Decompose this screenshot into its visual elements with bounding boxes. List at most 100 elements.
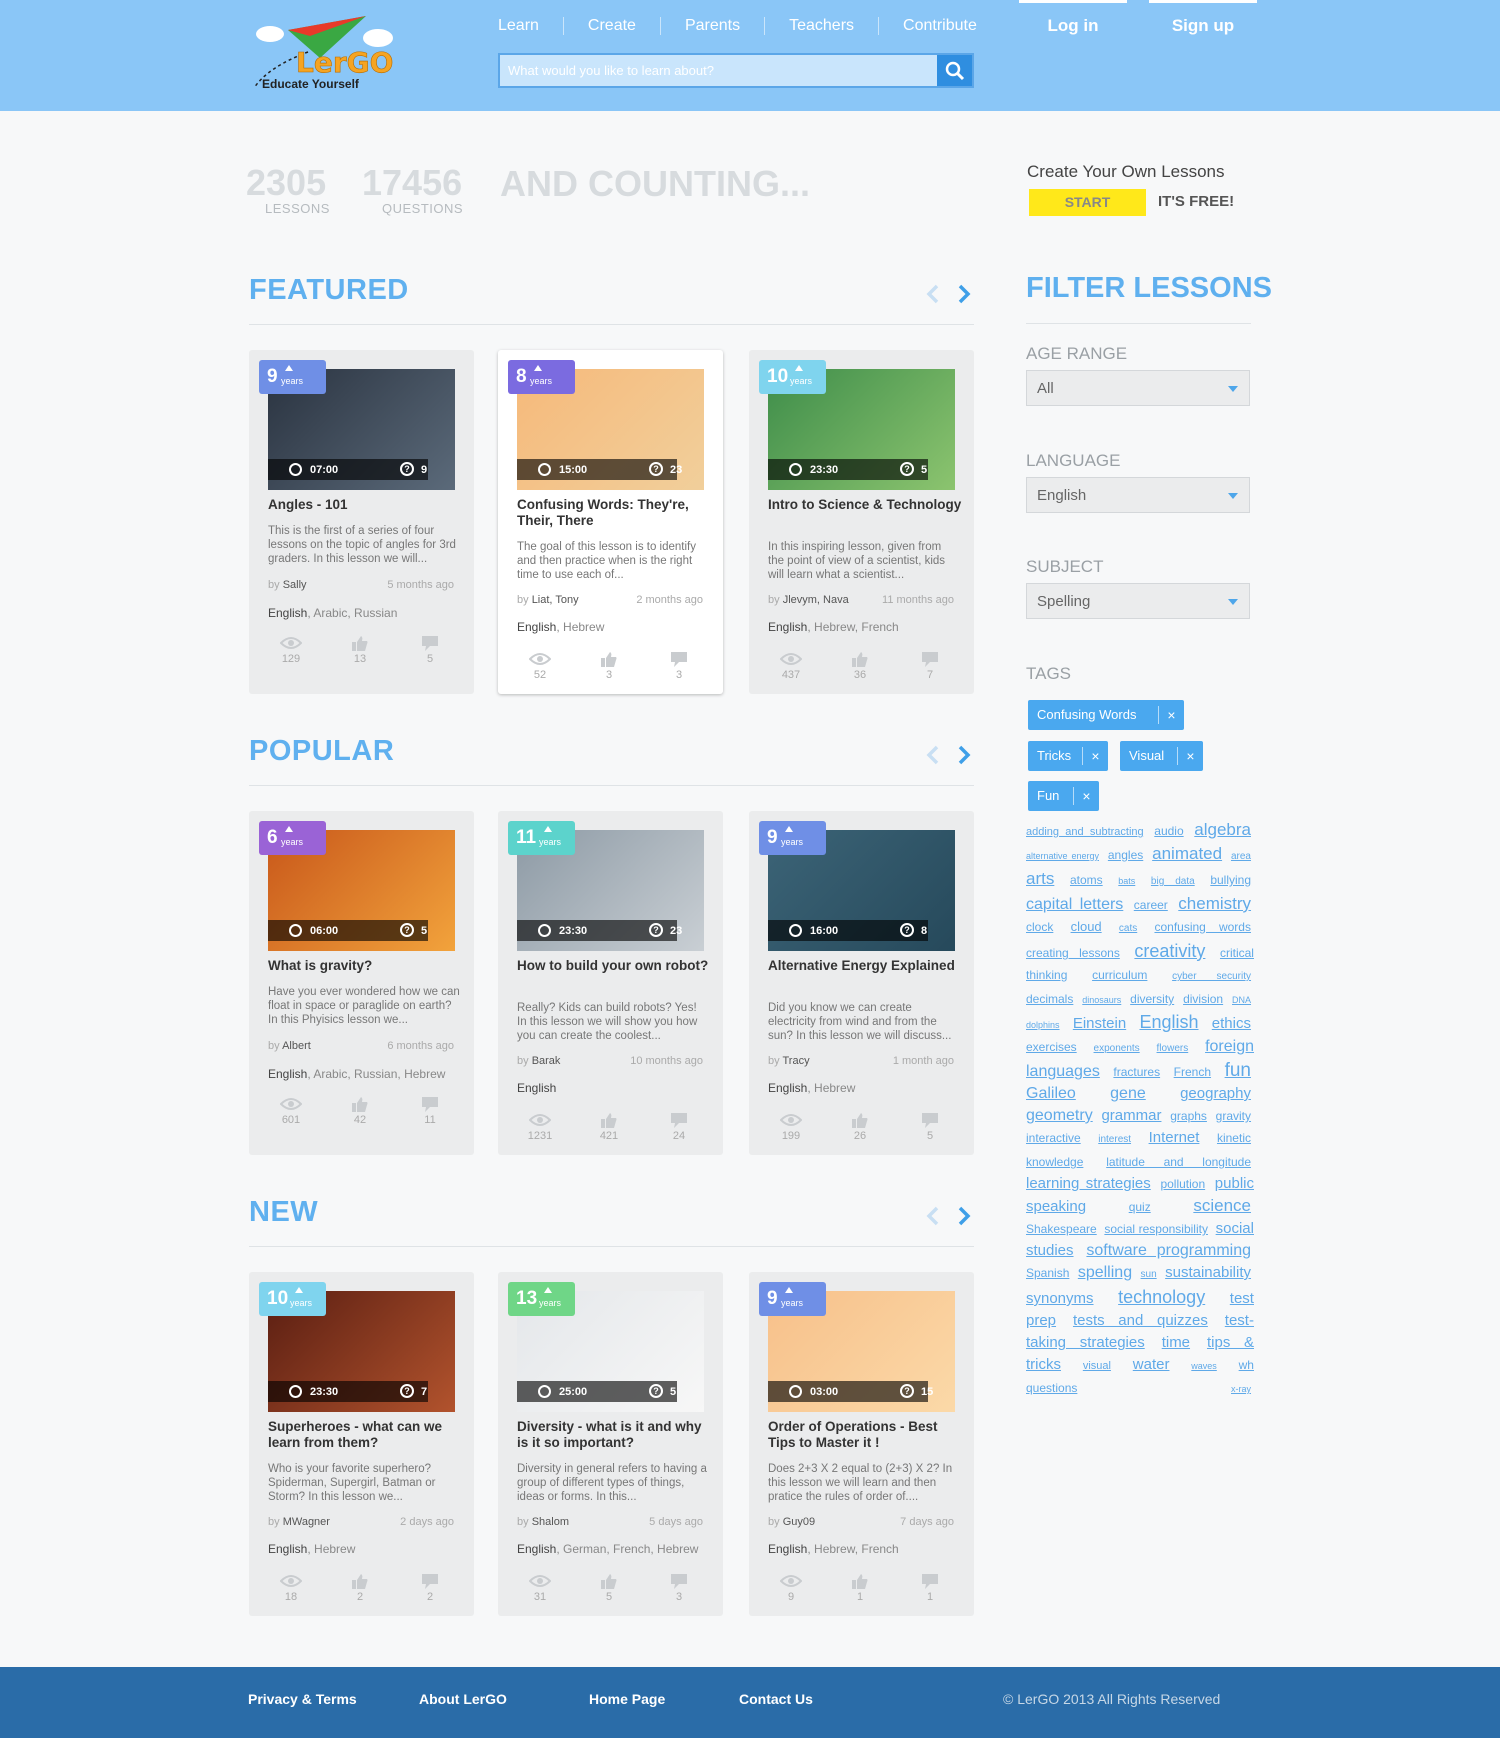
tag-cloud-item[interactable]: English [1139, 1012, 1198, 1032]
tag-cloud-item[interactable]: spelling [1078, 1264, 1132, 1281]
tag-cloud-item[interactable]: tests and quizzes [1073, 1312, 1208, 1329]
footer-contact-link[interactable]: Contact Us [739, 1667, 813, 1731]
lesson-title[interactable]: Angles - 101 [268, 497, 463, 513]
tag-cloud-item[interactable]: graphs [1170, 1109, 1207, 1123]
author-name[interactable]: Jlevym, Nava [783, 594, 849, 606]
prev-arrow-icon[interactable] [922, 744, 944, 766]
tag-cloud-item[interactable]: science [1193, 1196, 1251, 1215]
tag-cloud-item[interactable]: division [1183, 992, 1223, 1006]
tag-cloud-item[interactable]: Galileo [1026, 1085, 1076, 1102]
tag-cloud-item[interactable]: exponents [1094, 1043, 1140, 1054]
tag-cloud-item[interactable]: fractures [1113, 1065, 1160, 1079]
tag-cloud-item[interactable]: quiz [1129, 1200, 1151, 1214]
lesson-card[interactable]: 07:00 ? 9 9 years Angles - 101 This is t… [249, 350, 474, 694]
tag-cloud-item[interactable]: sustainability [1165, 1264, 1251, 1281]
tag-cloud-item[interactable]: ethics [1212, 1015, 1251, 1032]
close-icon[interactable]: × [1158, 706, 1184, 724]
tag-cloud-item[interactable]: visual [1083, 1360, 1111, 1372]
lesson-title[interactable]: Superheroes - what can we learn from the… [268, 1419, 463, 1451]
tag-cloud-item[interactable]: cyber security [1172, 971, 1251, 982]
tag-cloud-item[interactable]: alternative energy [1026, 851, 1099, 861]
signup-button[interactable]: Sign up [1149, 0, 1257, 52]
nav-create[interactable]: Create [562, 17, 660, 35]
author-name[interactable]: Barak [532, 1055, 561, 1067]
tag-cloud-item[interactable]: geometry [1026, 1107, 1093, 1124]
lesson-title[interactable]: Alternative Energy Explained [768, 958, 963, 974]
lesson-title[interactable]: How to build your own robot? [517, 958, 712, 974]
lesson-card[interactable]: 23:30 ? 5 10 years Intro to Science & Te… [749, 350, 974, 694]
tag-cloud-item[interactable]: confusing words [1154, 920, 1251, 934]
tag-cloud-item[interactable]: gravity [1216, 1109, 1251, 1123]
tag-cloud-item[interactable]: audio [1154, 824, 1183, 838]
author-name[interactable]: Guy09 [783, 1516, 815, 1528]
tag-cloud-item[interactable]: cats [1119, 923, 1137, 934]
footer-privacy-link[interactable]: Privacy & Terms [248, 1667, 357, 1731]
author-name[interactable]: Shalom [532, 1516, 569, 1528]
tag-cloud-item[interactable]: DNA [1232, 995, 1251, 1005]
tag-cloud-item[interactable]: time [1162, 1334, 1190, 1351]
nav-teachers[interactable]: Teachers [764, 17, 878, 35]
tag-cloud-item[interactable]: French [1174, 1065, 1211, 1079]
tag-cloud-item[interactable]: dinosaurs [1082, 995, 1121, 1005]
tag-cloud-item[interactable]: synonyms [1026, 1290, 1094, 1307]
footer-about-link[interactable]: About LerGO [419, 1667, 507, 1731]
tag-cloud-item[interactable]: algebra [1194, 820, 1251, 839]
tag-cloud-item[interactable]: atoms [1070, 873, 1103, 887]
tag-cloud-item[interactable]: kinetic [1217, 1131, 1251, 1145]
tag-cloud-item[interactable]: bullying [1210, 873, 1251, 887]
close-icon[interactable]: × [1082, 747, 1108, 765]
footer-home-link[interactable]: Home Page [589, 1667, 665, 1731]
start-button[interactable]: START [1029, 189, 1146, 216]
tag-cloud-item[interactable]: geography [1180, 1085, 1251, 1102]
tag-cloud-item[interactable]: interactive [1026, 1131, 1081, 1145]
tag-cloud-item[interactable]: curriculum [1092, 968, 1147, 982]
tag-cloud-item[interactable]: technology [1118, 1287, 1205, 1307]
tag-cloud-item[interactable]: chemistry [1178, 894, 1251, 913]
lesson-title[interactable]: Diversity - what is it and why is it so … [517, 1419, 712, 1451]
lesson-card[interactable]: 15:00 ? 23 8 years Confusing Words: They… [498, 350, 723, 694]
nav-learn[interactable]: Learn [480, 17, 563, 35]
language-select[interactable]: English [1026, 477, 1250, 513]
tag-cloud-item[interactable]: area [1231, 851, 1251, 862]
lesson-title[interactable]: What is gravity? [268, 958, 463, 974]
search-input[interactable] [500, 55, 937, 86]
lesson-card[interactable]: 25:00 ? 5 13 years Diversity - what is i… [498, 1272, 723, 1616]
subject-select[interactable]: Spelling [1026, 583, 1250, 619]
tag-cloud-item[interactable]: Einstein [1073, 1015, 1126, 1032]
next-arrow-icon[interactable] [953, 283, 975, 305]
prev-arrow-icon[interactable] [922, 1205, 944, 1227]
tag-cloud-item[interactable]: gene [1110, 1085, 1146, 1102]
tag-cloud-item[interactable]: Shakespeare [1026, 1222, 1097, 1236]
nav-parents[interactable]: Parents [659, 17, 764, 35]
author-name[interactable]: Liat, Tony [532, 594, 579, 606]
tag-cloud-item[interactable]: flowers [1157, 1043, 1189, 1054]
tag-cloud-item[interactable]: diversity [1130, 992, 1174, 1006]
tag-cloud-item[interactable]: creating lessons [1026, 946, 1120, 960]
author-name[interactable]: MWagner [283, 1516, 330, 1528]
tag-cloud-item[interactable]: decimals [1026, 992, 1073, 1006]
nav-contribute[interactable]: Contribute [878, 17, 1001, 35]
tag-cloud-item[interactable]: Spanish [1026, 1266, 1069, 1280]
next-arrow-icon[interactable] [953, 1205, 975, 1227]
tag-cloud-item[interactable]: knowledge [1026, 1155, 1083, 1169]
tag-cloud-item[interactable]: sun [1141, 1269, 1157, 1280]
close-icon[interactable]: × [1177, 747, 1203, 765]
login-button[interactable]: Log in [1019, 0, 1127, 52]
tag-cloud-item[interactable]: Internet [1149, 1129, 1200, 1146]
tag-cloud-item[interactable]: cloud [1071, 919, 1102, 934]
tag-cloud-item[interactable]: fun [1225, 1060, 1251, 1081]
lesson-card[interactable]: 06:00 ? 5 6 years What is gravity? Have … [249, 811, 474, 1155]
tag-cloud-item[interactable]: learning strategies [1026, 1175, 1151, 1192]
tag-cloud-item[interactable]: pollution [1160, 1177, 1205, 1191]
tag-cloud-item[interactable]: waves [1191, 1361, 1217, 1371]
lesson-card[interactable]: 03:00 ? 15 9 years Order of Operations -… [749, 1272, 974, 1616]
author-name[interactable]: Sally [283, 579, 307, 591]
tag-cloud-item[interactable]: dolphins [1026, 1020, 1060, 1030]
close-icon[interactable]: × [1073, 787, 1099, 805]
author-name[interactable]: Albert [282, 1040, 311, 1052]
tag-cloud-item[interactable]: arts [1026, 869, 1054, 888]
tag-cloud-item[interactable]: clock [1026, 920, 1053, 934]
tag-cloud-item[interactable]: x-ray [1231, 1384, 1251, 1394]
lesson-title[interactable]: Intro to Science & Technology [768, 497, 963, 513]
lesson-card[interactable]: 23:30 ? 23 11 years How to build your ow… [498, 811, 723, 1155]
